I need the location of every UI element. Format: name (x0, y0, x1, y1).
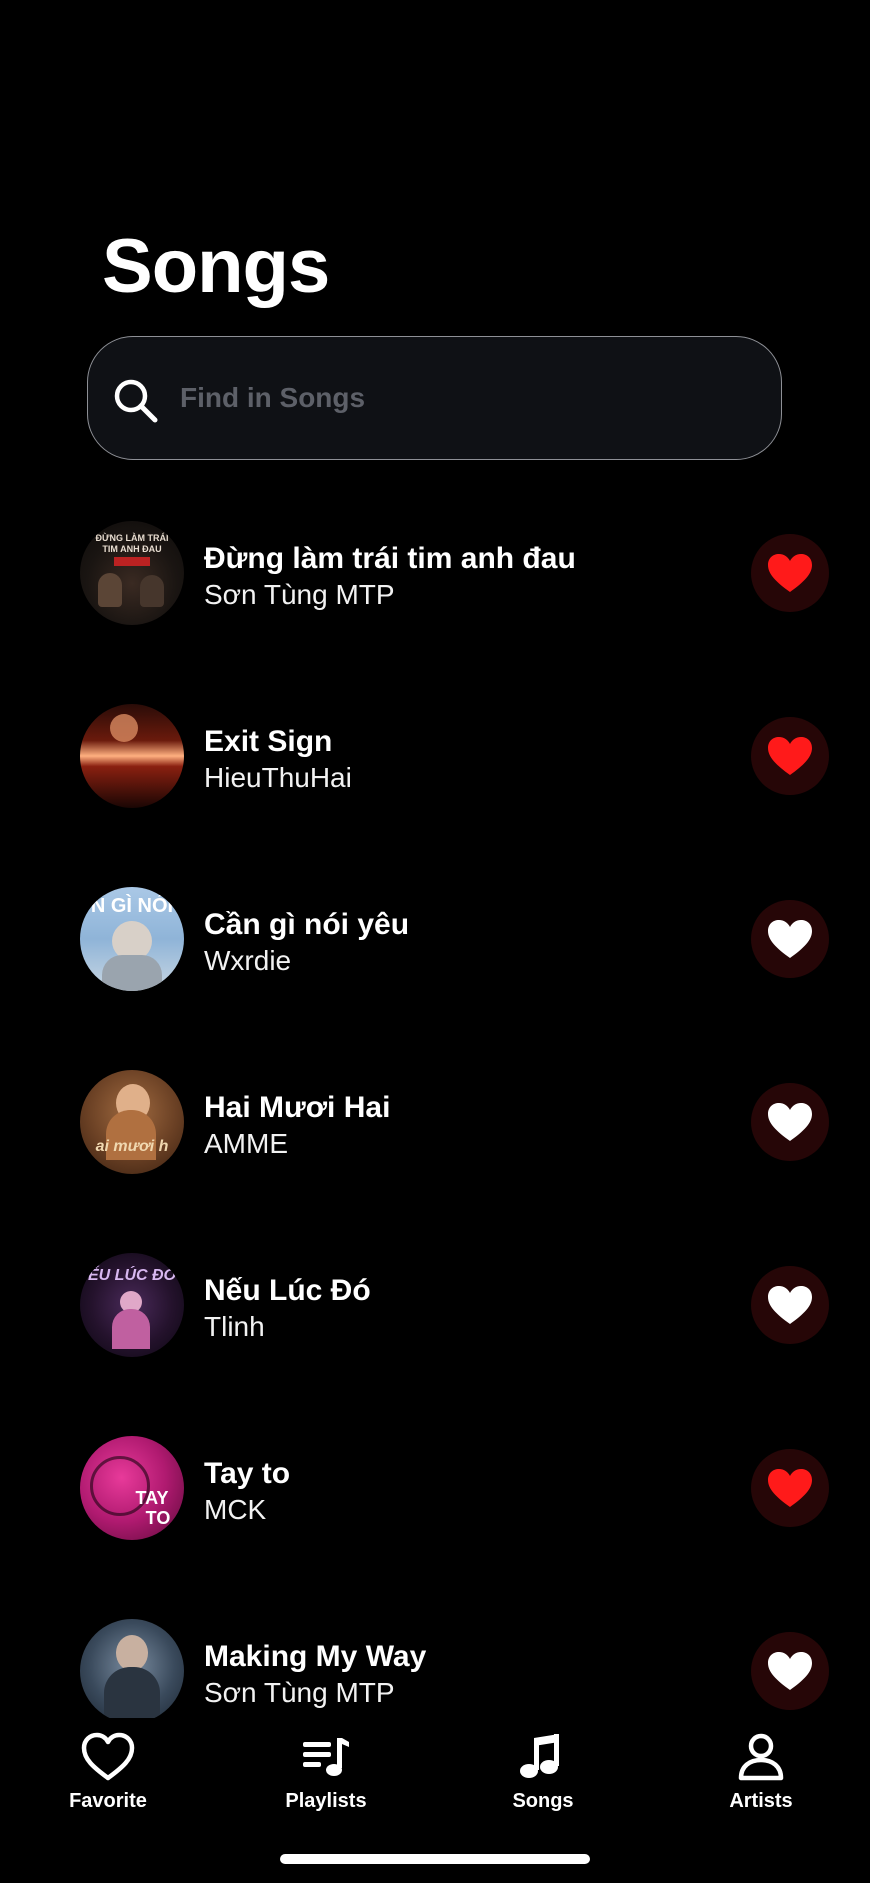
song-title: Nếu Lúc Đó (204, 1274, 371, 1307)
song-row[interactable]: ẾU LÚC ĐÓ Nếu Lúc Đó Tlinh (0, 1237, 870, 1369)
album-artwork: N GÌ NÓI (80, 887, 184, 991)
album-artwork (80, 1619, 184, 1720)
song-list[interactable]: Songs ĐỪNG LÀM TRÁI TIM ANH ĐAU Đừng làm… (0, 0, 870, 1720)
search-icon (114, 379, 158, 423)
heart-icon (768, 1286, 812, 1324)
song-title: Hai Mươi Hai (204, 1091, 391, 1124)
song-title: Cần gì nói yêu (204, 908, 410, 941)
tab-label: Songs (512, 1790, 574, 1812)
album-artwork: ẾU LÚC ĐÓ (80, 1253, 184, 1357)
song-artist: Wxrdie (204, 945, 292, 976)
home-indicator[interactable] (280, 1854, 590, 1864)
song-row[interactable]: ĐỪNG LÀM TRÁI TIM ANH ĐAU Đừng làm trái … (0, 505, 870, 637)
music-note-icon (520, 1734, 559, 1778)
song-title: Tay to (204, 1457, 291, 1490)
song-artist: Tlinh (204, 1311, 265, 1342)
tab-label: Favorite (69, 1790, 147, 1812)
album-artwork: ĐỪNG LÀM TRÁI TIM ANH ĐAU (80, 521, 184, 625)
heart-icon (81, 1732, 135, 1781)
song-row[interactable]: N GÌ NÓI Cần gì nói yêu Wxrdie (0, 871, 870, 1003)
song-artist: HieuThuHai (204, 762, 352, 793)
song-artist: MCK (204, 1494, 267, 1525)
album-artwork: ai mươi h (80, 1070, 184, 1174)
favorite-button[interactable] (751, 1632, 829, 1710)
song-row[interactable]: ai mươi h Hai Mươi Hai AMME (0, 1054, 870, 1186)
tab-artists[interactable]: Artists (681, 1726, 841, 1826)
favorite-button[interactable] (751, 717, 829, 795)
heart-icon (768, 1469, 812, 1507)
song-artist: AMME (204, 1128, 288, 1159)
song-artist: Sơn Tùng MTP (204, 579, 395, 610)
album-artwork: TAY TO (80, 1436, 184, 1540)
favorite-button[interactable] (751, 1266, 829, 1344)
song-title: Exit Sign (204, 725, 333, 758)
song-title: Making My Way (204, 1640, 427, 1673)
heart-icon (768, 1652, 812, 1690)
heart-icon (768, 737, 812, 775)
tab-favorite[interactable]: Favorite (28, 1726, 188, 1826)
album-artwork (80, 704, 184, 808)
heart-icon (768, 1103, 812, 1141)
song-row[interactable]: Exit Sign HieuThuHai (0, 688, 870, 820)
song-title: Đừng làm trái tim anh đau (204, 542, 576, 575)
heart-icon (768, 554, 812, 592)
tab-label: Playlists (285, 1790, 367, 1812)
tab-playlists[interactable]: Playlists (246, 1726, 406, 1826)
song-row[interactable]: TAY TO Tay to MCK (0, 1420, 870, 1552)
favorite-button[interactable] (751, 900, 829, 978)
tab-songs[interactable]: Songs (463, 1726, 623, 1826)
favorite-button[interactable] (751, 1449, 829, 1527)
search-bar[interactable] (87, 336, 782, 460)
search-input[interactable] (180, 337, 760, 458)
playlist-icon (303, 1738, 349, 1776)
page-title: Songs (102, 224, 330, 309)
favorite-button[interactable] (751, 534, 829, 612)
song-row[interactable]: Making My Way Sơn Tùng MTP (0, 1603, 870, 1720)
tab-label: Artists (729, 1790, 793, 1812)
heart-icon (768, 920, 812, 958)
person-icon (738, 1733, 784, 1781)
favorite-button[interactable] (751, 1083, 829, 1161)
song-artist: Sơn Tùng MTP (204, 1677, 395, 1708)
songs-screen: Songs ĐỪNG LÀM TRÁI TIM ANH ĐAU Đừng làm… (0, 0, 870, 1883)
